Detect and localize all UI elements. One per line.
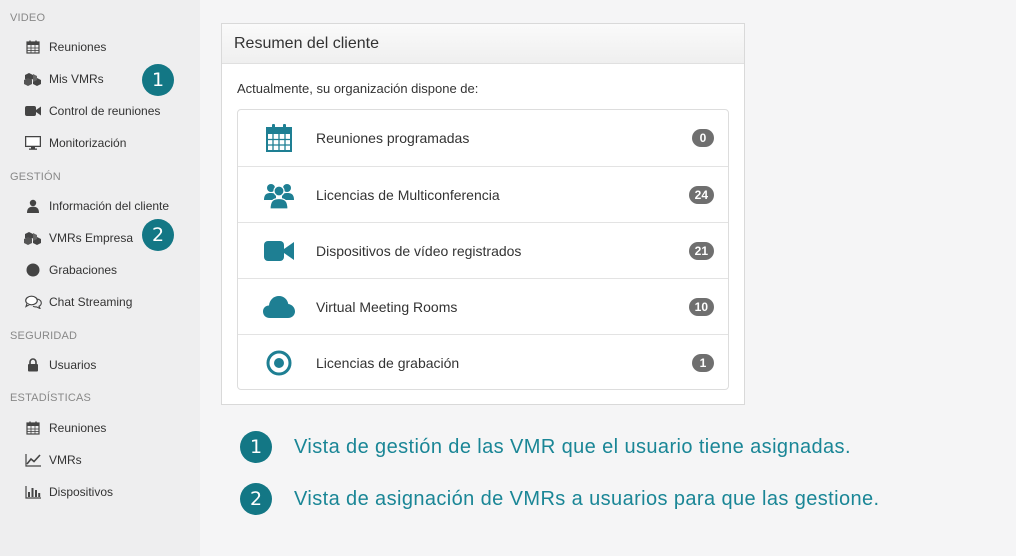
list-item[interactable]: Dispositivos de vídeo registrados 21 [238, 222, 728, 278]
row-label: Licencias de Multiconferencia [316, 186, 500, 203]
sidebar-item-label: Mis VMRs [49, 72, 104, 86]
cubes-icon [24, 70, 42, 88]
calendar-icon [262, 121, 296, 155]
sidebar-item-label: Control de reuniones [49, 104, 161, 118]
calendar-icon [24, 419, 42, 437]
panel-intro-text: Actualmente, su organización dispone de: [237, 81, 479, 96]
sidebar-item-label: Reuniones [49, 421, 107, 435]
sidebar-item-label: Dispositivos [49, 485, 114, 499]
user-icon [24, 197, 42, 215]
cloud-icon [262, 290, 296, 324]
list-item[interactable]: Virtual Meeting Rooms 10 [238, 278, 728, 334]
list-item[interactable]: Reuniones programadas 0 [238, 110, 728, 166]
sidebar-item-reuniones[interactable]: Reuniones [24, 36, 106, 58]
users-icon [262, 178, 296, 212]
sidebar-item-label: VMRs Empresa [49, 231, 134, 245]
record-icon [262, 346, 296, 380]
sidebar-item-label: VMRs [49, 453, 82, 467]
bar-chart-icon [24, 483, 42, 501]
sidebar-item-control-de-reuniones[interactable]: Control de reuniones [24, 100, 160, 122]
legend-badge-2: 2 [240, 483, 272, 515]
sidebar-item-label: Información del cliente [49, 199, 170, 213]
sidebar-item-mis-vmrs[interactable]: Mis VMRs [24, 68, 104, 90]
section-title-seguridad: SEGURIDAD [10, 330, 78, 342]
calendar-icon [24, 38, 42, 56]
sidebar-item-chat-streaming[interactable]: Chat Streaming [24, 291, 132, 313]
section-title-gestion: GESTIÓN [10, 171, 61, 183]
sidebar-item-estadisticas-vmrs[interactable]: VMRs [24, 449, 82, 471]
chat-bubbles-icon [24, 293, 42, 311]
count-badge: 0 [692, 129, 714, 147]
summary-list: Reuniones programadas 0 Licencias de Mul… [237, 109, 729, 390]
count-badge: 21 [688, 241, 714, 260]
sidebar-item-monitorizacion[interactable]: Monitorización [24, 132, 126, 154]
legend-badge-1: 1 [240, 431, 272, 463]
legend-item-1: 1 Vista de gestión de las VMR que el usu… [240, 431, 851, 463]
count-badge: 10 [688, 297, 714, 316]
count-badge: 1 [692, 353, 714, 372]
list-item[interactable]: Licencias de Multiconferencia 24 [238, 166, 728, 222]
sidebar-item-estadisticas-reuniones[interactable]: Reuniones [24, 417, 106, 439]
video-camera-icon [24, 102, 42, 120]
step-badge-1: 1 [142, 64, 174, 96]
line-chart-icon [24, 451, 42, 469]
video-camera-icon [262, 234, 296, 268]
lock-icon [24, 356, 42, 374]
sidebar-item-informacion-del-cliente[interactable]: Información del cliente [24, 195, 169, 217]
row-label: Licencias de grabación [316, 354, 460, 371]
row-label: Dispositivos de vídeo registrados [316, 242, 522, 259]
sidebar-item-vmrs-empresa[interactable]: VMRs Empresa [24, 227, 133, 249]
sidebar-item-label: Grabaciones [49, 263, 118, 277]
cubes-icon [24, 229, 42, 247]
sidebar: VIDEO Reuniones Mis VMRs Control de reun… [0, 0, 200, 556]
monitor-icon [24, 134, 42, 152]
sidebar-item-label: Monitorización [49, 136, 127, 150]
count-badge: 24 [688, 185, 714, 204]
sidebar-item-usuarios[interactable]: Usuarios [24, 354, 96, 376]
step-badge-2: 2 [142, 219, 174, 251]
row-label: Reuniones programadas [316, 130, 470, 146]
circle-icon [24, 261, 42, 279]
sidebar-item-label: Chat Streaming [49, 295, 133, 309]
legend-item-2: 2 Vista de asignación de VMRs a usuarios… [240, 483, 879, 515]
section-title-video: VIDEO [10, 12, 46, 24]
sidebar-item-label: Usuarios [49, 358, 97, 372]
sidebar-item-label: Reuniones [49, 40, 107, 54]
section-title-estadisticas: ESTADÍSTICAS [10, 392, 92, 404]
client-summary-panel: Resumen del cliente Actualmente, su orga… [221, 23, 745, 405]
legend-text-1: Vista de gestión de las VMR que el usuar… [294, 435, 851, 458]
legend-text-2: Vista de asignación de VMRs a usuarios p… [294, 487, 880, 510]
panel-title: Resumen del cliente [222, 24, 744, 64]
sidebar-item-dispositivos[interactable]: Dispositivos [24, 481, 113, 503]
list-item[interactable]: Licencias de grabación 1 [238, 334, 728, 390]
row-label: Virtual Meeting Rooms [316, 298, 458, 315]
sidebar-item-grabaciones[interactable]: Grabaciones [24, 259, 117, 281]
